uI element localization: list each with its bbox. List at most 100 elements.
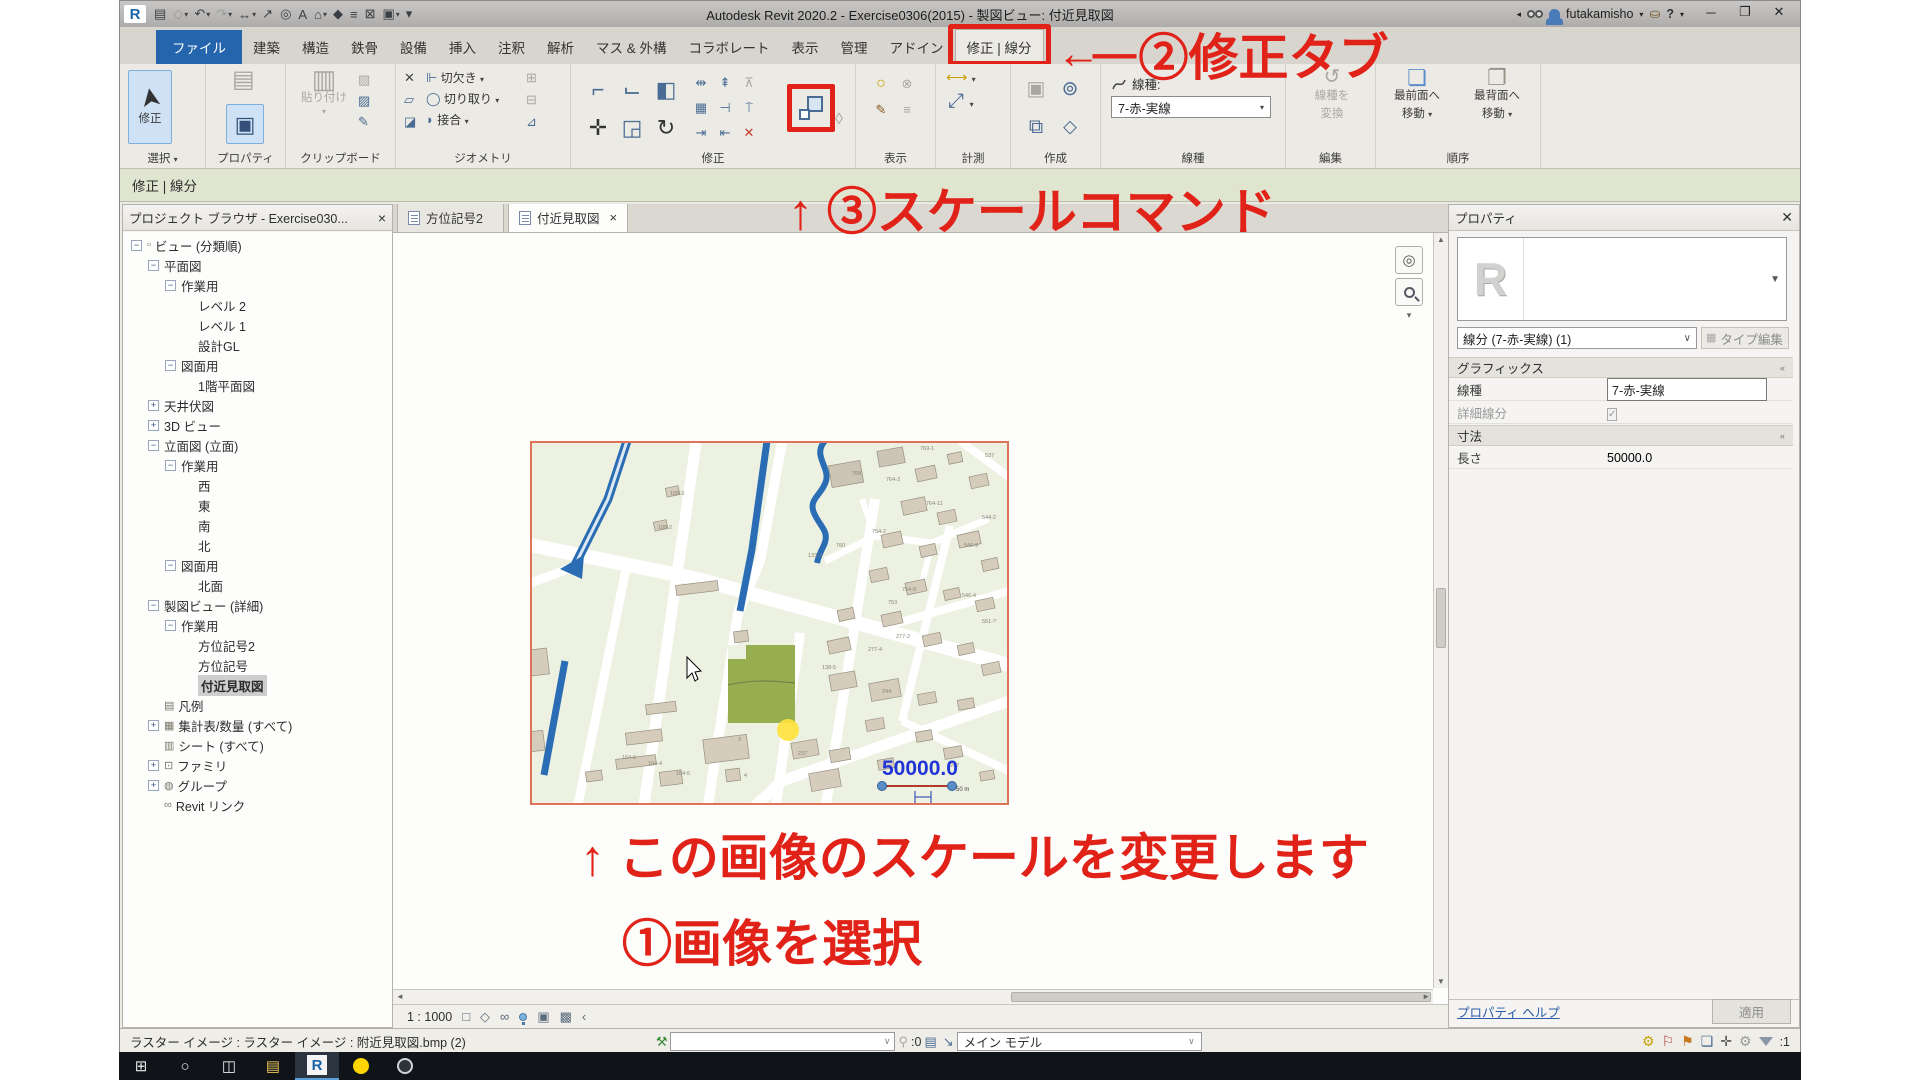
tab-manage[interactable]: 管理 bbox=[830, 30, 879, 64]
paint-icon[interactable]: ✎ bbox=[358, 114, 370, 129]
open-icon[interactable]: ▤ bbox=[152, 6, 169, 22]
worksets-icon[interactable]: ⚒ bbox=[656, 1034, 668, 1050]
undo-icon[interactable]: ↶▾ bbox=[192, 6, 212, 22]
user-menu-caret-icon[interactable]: ▾ bbox=[1639, 10, 1643, 19]
expander-icon[interactable]: − bbox=[165, 360, 176, 371]
trim-extend-icon[interactable]: ⊣ bbox=[719, 100, 730, 115]
tab-file[interactable]: ファイル bbox=[156, 30, 242, 64]
tree-item[interactable]: 付近見取図 bbox=[123, 675, 392, 695]
measure-icon[interactable]: ↗ bbox=[260, 6, 276, 22]
visual-style-icon[interactable]: ◇ bbox=[480, 1009, 490, 1025]
join-button[interactable]: ◗ 接合 ▾ bbox=[426, 111, 499, 128]
modify-button[interactable]: ➤ 修正 bbox=[128, 70, 172, 144]
view-scale[interactable]: 1 : 1000 bbox=[407, 1010, 452, 1024]
store-icon[interactable]: ⛀ bbox=[1649, 6, 1660, 22]
array-icon[interactable]: ▦ bbox=[695, 100, 707, 115]
expander-icon[interactable]: − bbox=[165, 620, 176, 631]
line-style-value-field[interactable]: 7-赤-実線 bbox=[1607, 378, 1767, 401]
design-options-icon[interactable]: ▤ bbox=[924, 1034, 936, 1050]
switch-windows-icon[interactable]: ▣▾ bbox=[380, 6, 401, 22]
element-filter-dropdown[interactable]: 線分 (7-赤-実線) (1) ∨ bbox=[1457, 327, 1697, 349]
zoom-icon[interactable] bbox=[1395, 278, 1423, 306]
tree-item[interactable]: − 立面図 (立面) bbox=[123, 435, 392, 455]
expander-icon[interactable]: − bbox=[148, 260, 159, 271]
tab-steel[interactable]: 鉄骨 bbox=[340, 30, 389, 64]
default-3d-view-icon[interactable]: ⌂▾ bbox=[312, 7, 329, 22]
tab-massing-site[interactable]: マス & 外構 bbox=[585, 30, 678, 64]
edit-type-button[interactable]: ▦ タイプ編集 bbox=[1701, 327, 1789, 349]
delete-icon[interactable]: ✕ bbox=[744, 125, 755, 140]
match-properties-icon[interactable]: ▧ bbox=[358, 72, 370, 87]
tree-item[interactable]: − 作業用 bbox=[123, 455, 392, 475]
help-icon[interactable]: ? bbox=[1666, 7, 1674, 21]
copy-to-clipboard-icon[interactable]: ▨ bbox=[358, 93, 370, 108]
properties-icon[interactable]: ▤ bbox=[232, 72, 255, 87]
section-icon[interactable]: ◆ bbox=[331, 6, 346, 22]
filter-icon[interactable] bbox=[1759, 1037, 1773, 1046]
taskbar-obs-icon[interactable] bbox=[383, 1052, 427, 1080]
tree-item[interactable]: 北 bbox=[123, 535, 392, 555]
expander-icon[interactable]: + bbox=[148, 400, 159, 411]
tag-icon[interactable]: ◎ bbox=[278, 6, 294, 22]
expander-icon[interactable]: − bbox=[165, 280, 176, 291]
apply-button[interactable]: 適用 bbox=[1712, 999, 1791, 1024]
pin-icon[interactable]: ⍑ bbox=[745, 100, 753, 115]
tree-item[interactable]: レベル 2 bbox=[123, 295, 392, 315]
paste-button[interactable]: ▥ 貼り付け ▾ bbox=[296, 72, 352, 116]
tree-item[interactable]: + 天井伏図 bbox=[123, 395, 392, 415]
text-icon[interactable]: A bbox=[296, 7, 310, 22]
override-lines-icon[interactable]: ≡ bbox=[903, 102, 911, 117]
tree-item[interactable]: − 製図ビュー (詳細) bbox=[123, 595, 392, 615]
tab-addins[interactable]: アドイン bbox=[879, 30, 955, 64]
tree-item[interactable]: − 作業用 bbox=[123, 275, 392, 295]
tree-item[interactable]: ▥ シート (すべて) bbox=[123, 735, 392, 755]
tree-item[interactable]: − ▫ ビュー (分類順) bbox=[123, 235, 392, 255]
expander-icon[interactable]: + bbox=[148, 720, 159, 731]
temporary-hide-glasses-icon[interactable]: ∞ bbox=[500, 1009, 509, 1024]
tree-item[interactable]: − 図面用 bbox=[123, 555, 392, 575]
horizontal-scroll-thumb[interactable] bbox=[1011, 992, 1431, 1002]
copy-element-icon[interactable]: ◲ bbox=[622, 120, 643, 135]
close-hidden-windows-icon[interactable]: ⊠ bbox=[363, 6, 379, 22]
customize-qat-icon[interactable]: ▾ bbox=[404, 6, 416, 22]
task-view-icon[interactable]: ◫ bbox=[207, 1052, 251, 1080]
properties-toggle-button[interactable]: ▣ bbox=[226, 104, 264, 144]
help-caret-icon[interactable]: ▾ bbox=[1680, 10, 1684, 19]
brush-icon[interactable]: ✎ bbox=[876, 102, 887, 117]
tab-analyze[interactable]: 解析 bbox=[536, 30, 585, 64]
tab-structure[interactable]: 構造 bbox=[291, 30, 340, 64]
eraser-icon[interactable]: ◊ bbox=[835, 112, 843, 127]
create-group-icon[interactable]: ▣ bbox=[1027, 82, 1046, 97]
tree-item[interactable]: ▤ 凡例 bbox=[123, 695, 392, 715]
tab-modify-lines[interactable]: 修正 | 線分 ←— ②修正タブ bbox=[955, 29, 1044, 64]
dimension-grip-left[interactable] bbox=[878, 782, 887, 791]
worksets-dropdown[interactable]: ∨ bbox=[670, 1032, 895, 1051]
paint-geometry-icon[interactable]: ◪ bbox=[404, 114, 416, 129]
navbar-caret-icon[interactable]: ▾ bbox=[1407, 310, 1412, 321]
select-underlay-icon[interactable]: ⚐ bbox=[1662, 1033, 1675, 1050]
steering-wheel-icon[interactable]: ◎ bbox=[1395, 246, 1423, 274]
scale-button[interactable] bbox=[793, 90, 829, 126]
expander-icon[interactable]: + bbox=[148, 780, 159, 791]
signed-in-user[interactable]: futakamisho bbox=[1566, 7, 1633, 21]
cortana-icon[interactable]: ○ bbox=[163, 1052, 207, 1080]
collapse-arrow-icon[interactable]: ◂ bbox=[1516, 9, 1521, 20]
dimension-icon[interactable]: ⤢ ▾ bbox=[948, 94, 974, 112]
create-similar-icon[interactable]: ⊚ bbox=[1062, 82, 1079, 97]
3d-cube-icon[interactable]: ◇▾ bbox=[171, 6, 190, 22]
cut-button[interactable]: ◯ 切り取り ▾ bbox=[426, 90, 499, 107]
split-gap-icon[interactable]: ⇞ bbox=[720, 75, 731, 90]
view-tab-houi-kigou2[interactable]: 方位記号2 bbox=[397, 204, 504, 232]
dimension-value[interactable]: 50000.0 bbox=[882, 757, 958, 780]
trim-multi-icon[interactable]: ⇤ bbox=[720, 125, 731, 140]
tree-item[interactable]: 北面 bbox=[123, 575, 392, 595]
tree-item[interactable]: 東 bbox=[123, 495, 392, 515]
expander-icon[interactable]: − bbox=[165, 560, 176, 571]
cope-button[interactable]: ⊩ 切欠き ▾ bbox=[426, 69, 499, 86]
create-parts-icon[interactable]: ⬦ bbox=[1063, 120, 1077, 135]
vertical-scrollbar[interactable]: ▲ ▼ bbox=[1433, 233, 1448, 988]
properties-header[interactable]: プロパティ ✕ bbox=[1449, 205, 1799, 231]
offset-icon[interactable]: ⌙ bbox=[623, 82, 641, 97]
properties-help-link[interactable]: プロパティ ヘルプ bbox=[1457, 1002, 1560, 1021]
horizontal-scrollbar[interactable]: ◄ ► bbox=[393, 989, 1433, 1004]
